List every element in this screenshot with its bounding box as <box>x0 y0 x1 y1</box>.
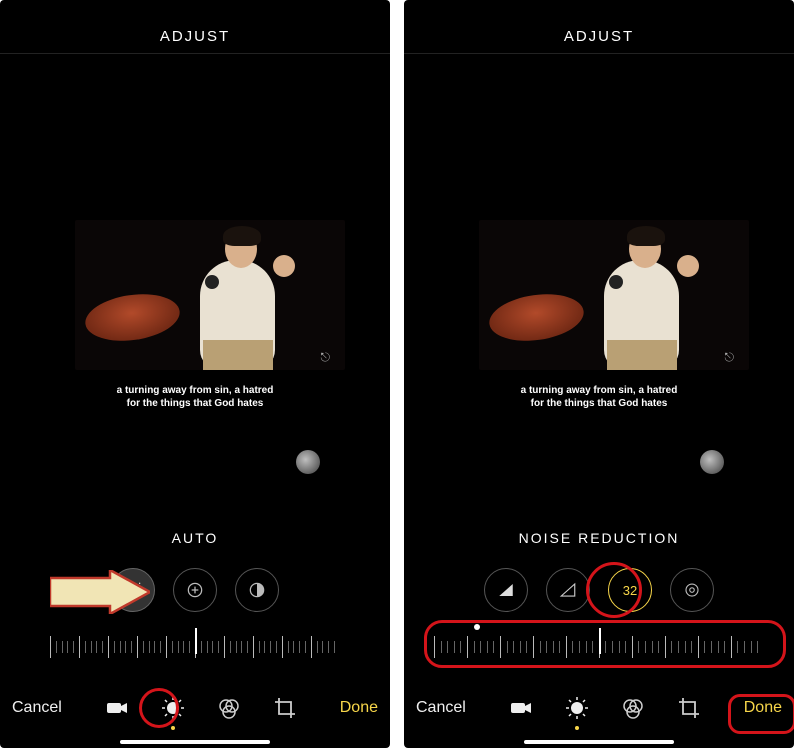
editor-screen-auto: ADJUST ⎋ a turning away from sin, a hatr… <box>0 0 390 748</box>
noise-reduction-value: 32 <box>623 583 637 598</box>
slider-center-tick <box>195 628 197 654</box>
slider-center-tick <box>599 628 601 654</box>
header-title: ADJUST <box>404 0 794 54</box>
loop-icon: ⎋ <box>321 350 331 365</box>
crop-icon <box>677 696 701 720</box>
video-preview[interactable]: ⎋ <box>479 220 749 370</box>
bottom-toolbar: Cancel Done <box>404 686 794 730</box>
video-camera-icon <box>105 696 129 720</box>
video-caption: a turning away from sin, a hatred for th… <box>404 384 794 410</box>
home-indicator[interactable] <box>524 740 674 744</box>
exposure-icon <box>185 580 205 600</box>
adjustment-tools-row: 32 <box>404 568 794 612</box>
video-camera-icon <box>509 696 533 720</box>
current-tool-label: AUTO <box>0 530 390 546</box>
mic-graphic <box>609 275 623 289</box>
drum-cymbal-graphic <box>82 289 182 347</box>
triangle-outline-icon <box>559 581 577 599</box>
bottom-toolbar: Cancel Done <box>0 686 390 730</box>
caption-line-1: a turning away from sin, a hatred <box>117 385 274 396</box>
wand-icon <box>123 580 143 600</box>
adjust-mode-button[interactable] <box>563 694 591 722</box>
slider-origin-dot <box>474 624 480 630</box>
video-mode-button[interactable] <box>507 694 535 722</box>
auto-enhance-tool[interactable] <box>111 568 155 612</box>
filters-mode-button[interactable] <box>619 694 647 722</box>
vignette-icon <box>683 581 701 599</box>
person-hair-graphic <box>627 226 665 246</box>
caption-line-2: for the things that God hates <box>127 398 264 409</box>
vignette-tool[interactable] <box>670 568 714 612</box>
caption-line-1: a turning away from sin, a hatred <box>521 385 678 396</box>
sharpness-tool[interactable] <box>484 568 528 612</box>
mode-switcher <box>474 694 736 722</box>
adjustment-slider[interactable] <box>50 630 340 664</box>
cancel-button[interactable]: Cancel <box>416 699 474 717</box>
mic-graphic <box>205 275 219 289</box>
done-button[interactable]: Done <box>736 699 782 717</box>
adjust-dial-icon <box>161 696 185 720</box>
definition-tool[interactable] <box>546 568 590 612</box>
live-photo-indicator[interactable] <box>700 450 724 474</box>
current-tool-label: NOISE REDUCTION <box>404 530 794 546</box>
crop-mode-button[interactable] <box>675 694 703 722</box>
crop-mode-button[interactable] <box>271 694 299 722</box>
crop-icon <box>273 696 297 720</box>
video-mode-button[interactable] <box>103 694 131 722</box>
exposure-tool[interactable] <box>173 568 217 612</box>
video-caption: a turning away from sin, a hatred for th… <box>0 384 390 410</box>
adjust-dial-icon <box>565 696 589 720</box>
adjustment-tools-row <box>0 568 390 612</box>
video-preview[interactable]: ⎋ <box>75 220 345 370</box>
home-indicator[interactable] <box>120 740 270 744</box>
person-hair-graphic <box>223 226 261 246</box>
half-circle-icon <box>247 580 267 600</box>
loop-icon: ⎋ <box>725 350 735 365</box>
person-hand-graphic <box>273 255 295 277</box>
editor-screen-noise-reduction: ADJUST ⎋ a turning away from sin, a hatr… <box>404 0 794 748</box>
done-button[interactable]: Done <box>332 699 378 717</box>
drum-cymbal-graphic <box>486 289 586 347</box>
adjustment-slider[interactable] <box>434 630 764 664</box>
mode-switcher <box>70 694 332 722</box>
triangle-solid-icon <box>497 581 515 599</box>
highlights-tool[interactable] <box>235 568 279 612</box>
caption-line-2: for the things that God hates <box>531 398 668 409</box>
person-hand-graphic <box>677 255 699 277</box>
header-title: ADJUST <box>0 0 390 54</box>
person-pants-graphic <box>203 340 273 370</box>
person-pants-graphic <box>607 340 677 370</box>
cancel-button[interactable]: Cancel <box>12 699 70 717</box>
filters-icon <box>621 696 645 720</box>
live-photo-indicator[interactable] <box>296 450 320 474</box>
filters-mode-button[interactable] <box>215 694 243 722</box>
adjust-mode-button[interactable] <box>159 694 187 722</box>
noise-reduction-tool[interactable]: 32 <box>608 568 652 612</box>
filters-icon <box>217 696 241 720</box>
